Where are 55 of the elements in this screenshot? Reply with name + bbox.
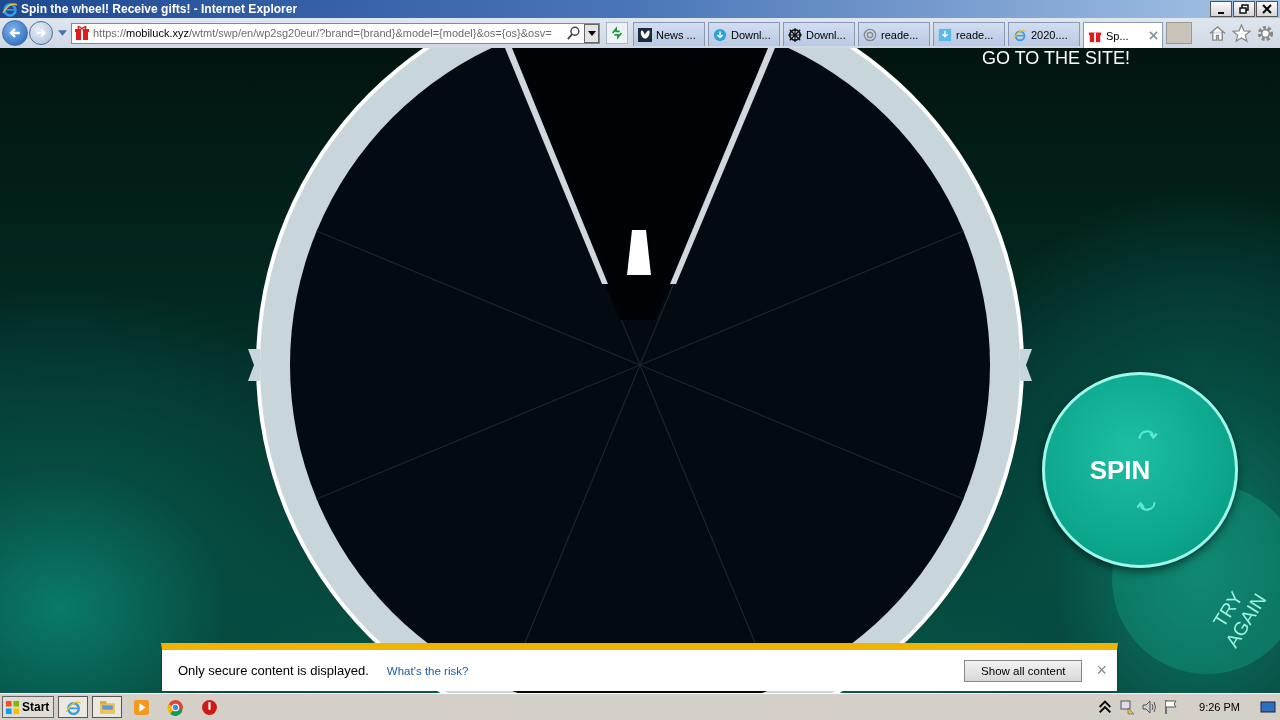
- gift-icon: [74, 25, 90, 41]
- show-desktop-icon[interactable]: [1260, 699, 1276, 715]
- restore-icon: [1239, 4, 1249, 14]
- browser-logo-icon: [2, 1, 18, 17]
- browser-tab[interactable]: News ...: [633, 22, 705, 46]
- network-icon[interactable]: [1119, 699, 1136, 715]
- minimize-icon: [1218, 11, 1224, 14]
- address-field[interactable]: https://mobiluck.xyz/wtmt/swp/en/wp2sg20eur/?brand={brand}&model={model}&os={os}&osv=: [71, 22, 600, 44]
- home-icon[interactable]: [1208, 23, 1227, 43]
- browser-tab[interactable]: Sp...: [1083, 22, 1163, 48]
- close-icon: [1262, 4, 1272, 14]
- browser-tab[interactable]: reade...: [858, 22, 930, 46]
- go-to-site-link[interactable]: GO TO THE SITE!: [982, 48, 1131, 68]
- power-icon: [200, 698, 218, 716]
- browser-tab[interactable]: Downl...: [783, 22, 855, 46]
- forward-arrow-icon: [34, 26, 48, 40]
- forward-button[interactable]: [29, 21, 53, 45]
- show-hidden-icons-icon[interactable]: [1097, 699, 1114, 715]
- ring-icon: [863, 27, 877, 42]
- settings-icon[interactable]: [1256, 23, 1275, 43]
- minimize-button[interactable]: [1210, 1, 1232, 17]
- url-text: https://mobiluck.xyz/wtmt/swp/en/wp2sg20eur/?brand={brand}&model={model}&os={os}&osv=: [93, 27, 553, 39]
- caret-icon: [587, 30, 596, 36]
- show-all-content-button[interactable]: Show all content: [964, 659, 1083, 682]
- star-icon[interactable]: [1232, 23, 1251, 43]
- browser-tab[interactable]: reade...: [933, 22, 1005, 46]
- close-tab-icon[interactable]: [1149, 31, 1158, 40]
- notification-message: Only secure content is displayed.: [178, 663, 369, 678]
- restore-button[interactable]: [1233, 1, 1255, 17]
- chrome-logo-icon: [166, 698, 184, 716]
- download-icon: [713, 27, 727, 42]
- play-icon: [132, 698, 150, 716]
- close-notification-button[interactable]: ×: [1092, 660, 1111, 681]
- address-dropdown-button[interactable]: [584, 23, 599, 43]
- search-icon[interactable]: [567, 26, 581, 40]
- flag-icon[interactable]: [1163, 699, 1180, 715]
- browser-logo-icon: [1013, 27, 1027, 42]
- clock: 9:26 PM: [1199, 701, 1240, 713]
- browser-tab[interactable]: Downl...: [708, 22, 780, 46]
- dropdown-arrow-icon[interactable]: [58, 30, 67, 36]
- folder-icon: [98, 698, 116, 716]
- taskbar-app-button[interactable]: [92, 696, 123, 718]
- download-icon: [938, 27, 952, 42]
- refresh-icon: [610, 26, 624, 40]
- risk-link[interactable]: What’s the risk?: [386, 664, 469, 677]
- window-title: Spin the wheel! Receive gifts! - Internet Explorer: [21, 2, 298, 16]
- browser-tab[interactable]: 2020....: [1008, 22, 1080, 46]
- close-button[interactable]: [1256, 1, 1278, 17]
- windows-logo-icon: [5, 699, 20, 715]
- taskbar-app-button[interactable]: [58, 696, 89, 718]
- refresh-button[interactable]: [606, 22, 628, 44]
- back-button[interactable]: [2, 20, 28, 46]
- ship-wheel-icon: [788, 27, 802, 42]
- start-button[interactable]: Start: [2, 696, 55, 718]
- speaker-icon[interactable]: [1141, 699, 1158, 715]
